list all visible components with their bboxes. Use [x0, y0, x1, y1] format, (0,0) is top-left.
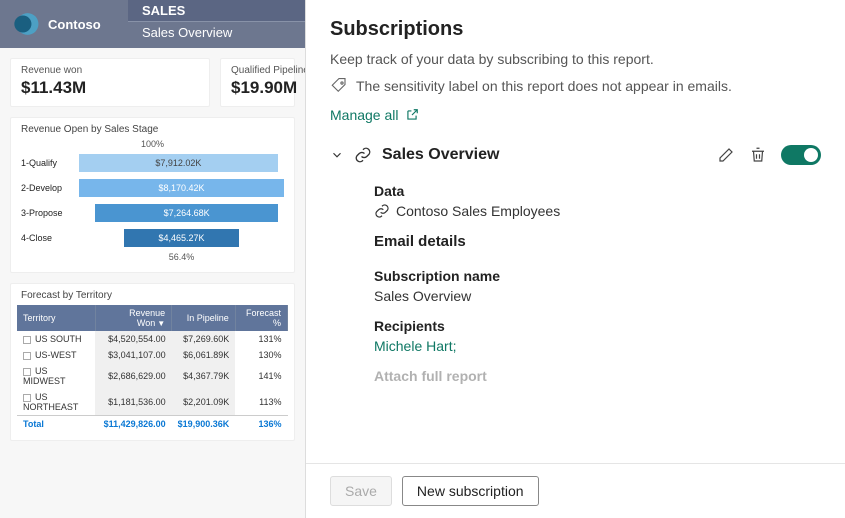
bar-qualify: $7,912.02K: [79, 154, 278, 172]
chart-axis-bottom: 56.4%: [79, 252, 284, 262]
col-in-pipeline[interactable]: In Pipeline: [172, 305, 236, 331]
subscriptions-panel: Subscriptions Keep track of your data by…: [305, 0, 845, 518]
col-revenue-won[interactable]: Revenue Won▼: [95, 305, 171, 331]
recipients-label: Recipients: [374, 318, 821, 334]
chart-axis-top: 100%: [21, 139, 284, 149]
row-expand-icon[interactable]: [23, 336, 31, 344]
new-subscription-button[interactable]: New subscription: [402, 476, 539, 506]
manage-all-link[interactable]: Manage all: [330, 107, 821, 123]
tab-sales-overview[interactable]: Sales Overview: [128, 21, 305, 43]
bar-close: $4,465.27K: [124, 229, 239, 247]
subscription-name-value: Sales Overview: [374, 288, 471, 304]
email-details-label: Email details: [374, 233, 821, 250]
table-row[interactable]: US MIDWEST $2,686,629.00 $4,367.79K 141%: [17, 363, 288, 389]
subscription-toggle[interactable]: [781, 145, 821, 165]
table-row[interactable]: US SOUTH $4,520,554.00 $7,269.60K 131%: [17, 331, 288, 347]
tag-icon: [330, 77, 348, 95]
bar-label: 3-Propose: [21, 208, 79, 218]
open-external-icon: [405, 108, 419, 122]
table-title: Forecast by Territory: [17, 288, 288, 305]
brand-logo-icon: [12, 10, 40, 38]
col-forecast-pct[interactable]: Forecast %: [235, 305, 287, 331]
kpi-label: Revenue won: [21, 65, 199, 76]
chevron-down-icon[interactable]: [330, 148, 344, 162]
subscription-name: Sales Overview: [382, 146, 499, 164]
tab-group-sales[interactable]: SALES: [128, 0, 305, 21]
report-header: Contoso SALES Sales Overview: [0, 0, 305, 48]
data-label: Data: [374, 183, 821, 199]
table-row[interactable]: US NORTHEAST $1,181,536.00 $2,201.09K 11…: [17, 389, 288, 416]
table-header-row: Territory Revenue Won▼ In Pipeline Forec…: [17, 305, 288, 331]
kpi-revenue-won: Revenue won $11.43M: [10, 58, 210, 107]
sort-desc-icon: ▼: [157, 319, 165, 328]
col-territory[interactable]: Territory: [17, 305, 95, 331]
sensitivity-text: The sensitivity label on this report doe…: [356, 78, 732, 94]
row-expand-icon[interactable]: [23, 368, 31, 376]
panel-subtitle: Keep track of your data by subscribing t…: [330, 51, 821, 67]
link-icon: [354, 146, 372, 164]
chart-title: Revenue Open by Sales Stage: [21, 124, 284, 135]
kpi-label: Qualified Pipeline: [231, 65, 284, 76]
brand-name: Contoso: [48, 17, 101, 32]
row-expand-icon[interactable]: [23, 352, 31, 360]
chart-revenue-by-stage: Revenue Open by Sales Stage 100% 1-Quali…: [10, 117, 295, 273]
kpi-value: $11.43M: [21, 78, 199, 98]
brand: Contoso: [0, 0, 128, 48]
bar-propose: $7,264.68K: [95, 204, 277, 222]
table-forecast-territory: Forecast by Territory Territory Revenue …: [10, 283, 295, 441]
link-icon: [374, 203, 390, 219]
report-canvas: Contoso SALES Sales Overview Revenue won…: [0, 0, 305, 518]
table-row[interactable]: US-WEST $3,041,107.00 $6,061.89K 130%: [17, 347, 288, 363]
bar-label: 4-Close: [21, 233, 79, 243]
bar-label: 2-Develop: [21, 183, 79, 193]
kpi-qualified-pipeline: Qualified Pipeline $19.90M: [220, 58, 295, 107]
attach-report-label: Attach full report: [374, 368, 821, 384]
delete-icon[interactable]: [749, 146, 767, 164]
subscription-section-header: Sales Overview: [330, 145, 821, 165]
bar-develop: $8,170.42K: [79, 179, 284, 197]
recipients-value: Michele Hart;: [374, 338, 456, 354]
data-value: Contoso Sales Employees: [396, 203, 560, 219]
edit-icon[interactable]: [717, 146, 735, 164]
bar-label: 1-Qualify: [21, 158, 79, 168]
table-total-row: Total $11,429,826.00 $19,900.36K 136%: [17, 416, 288, 433]
panel-footer: Save New subscription: [306, 463, 845, 518]
row-expand-icon[interactable]: [23, 394, 31, 402]
subscription-name-label: Subscription name: [374, 268, 821, 284]
save-button: Save: [330, 476, 392, 506]
panel-title: Subscriptions: [330, 18, 821, 41]
kpi-value: $19.90M: [231, 78, 284, 98]
